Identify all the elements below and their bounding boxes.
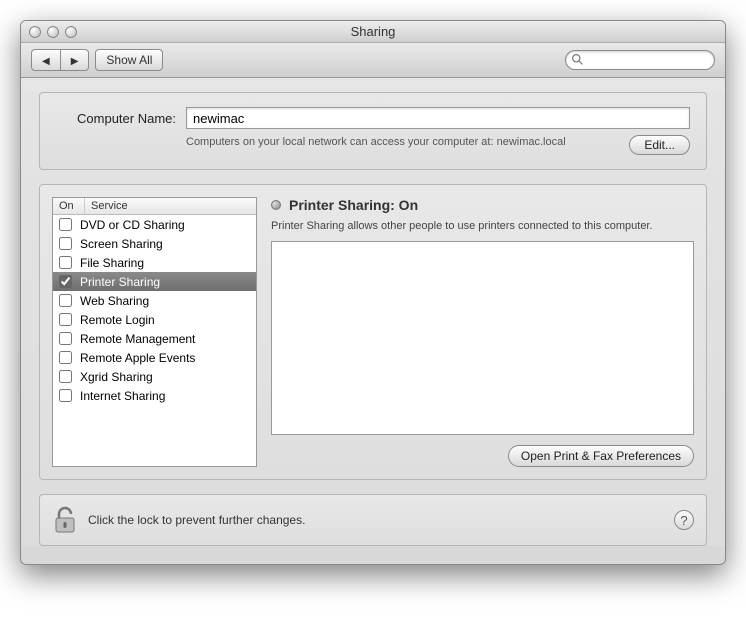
search-icon <box>571 53 584 66</box>
service-row[interactable]: Screen Sharing <box>53 234 256 253</box>
service-row[interactable]: Web Sharing <box>53 291 256 310</box>
service-row[interactable]: Remote Apple Events <box>53 348 256 367</box>
service-row[interactable]: Internet Sharing <box>53 386 256 405</box>
service-label: Xgrid Sharing <box>80 370 153 384</box>
computer-name-panel: Computer Name: Computers on your local n… <box>39 92 707 170</box>
service-row[interactable]: Xgrid Sharing <box>53 367 256 386</box>
service-label: File Sharing <box>80 256 144 270</box>
search-field-wrap <box>565 50 715 70</box>
printer-list[interactable] <box>271 241 694 435</box>
service-label: Internet Sharing <box>80 389 165 403</box>
services-header: On Service <box>53 198 256 215</box>
nav-segmented: ◀ ▶ <box>31 49 89 71</box>
service-label: DVD or CD Sharing <box>80 218 185 232</box>
service-detail-desc: Printer Sharing allows other people to u… <box>271 219 694 233</box>
service-row[interactable]: Remote Login <box>53 310 256 329</box>
col-on[interactable]: On <box>53 198 85 214</box>
help-button[interactable]: ? <box>674 510 694 530</box>
edit-name-button[interactable]: Edit... <box>629 135 690 155</box>
service-label: Remote Management <box>80 332 195 346</box>
back-button[interactable]: ◀ <box>31 49 60 71</box>
service-checkbox[interactable] <box>59 351 72 364</box>
close-window-button[interactable] <box>29 26 41 38</box>
computer-name-input[interactable] <box>186 107 690 129</box>
open-print-fax-button[interactable]: Open Print & Fax Preferences <box>508 445 694 467</box>
forward-button[interactable]: ▶ <box>60 49 90 71</box>
service-checkbox[interactable] <box>59 275 72 288</box>
service-label: Remote Apple Events <box>80 351 195 365</box>
zoom-window-button[interactable] <box>65 26 77 38</box>
computer-name-label: Computer Name: <box>56 111 176 126</box>
preferences-window: Sharing ◀ ▶ Show All Computer Name: Comp… <box>20 20 726 565</box>
sharing-main-panel: On Service DVD or CD Sharing Screen Shari… <box>39 184 707 480</box>
service-checkbox[interactable] <box>59 313 72 326</box>
service-checkbox[interactable] <box>59 370 72 383</box>
service-label: Web Sharing <box>80 294 149 308</box>
service-checkbox[interactable] <box>59 389 72 402</box>
service-checkbox[interactable] <box>59 218 72 231</box>
window-controls <box>21 26 77 38</box>
chevron-right-icon: ▶ <box>71 56 79 67</box>
status-indicator-icon <box>271 200 281 210</box>
show-all-button[interactable]: Show All <box>95 49 163 71</box>
col-service[interactable]: Service <box>85 198 256 214</box>
titlebar: Sharing <box>21 21 725 43</box>
chevron-left-icon: ◀ <box>42 56 50 67</box>
service-row[interactable]: DVD or CD Sharing <box>53 215 256 234</box>
service-detail-title: Printer Sharing: On <box>289 197 418 213</box>
service-label: Printer Sharing <box>80 275 160 289</box>
lock-text: Click the lock to prevent further change… <box>88 513 305 527</box>
service-detail: Printer Sharing: On Printer Sharing allo… <box>271 197 694 467</box>
search-input[interactable] <box>565 50 715 70</box>
computer-name-hint: Computers on your local network can acce… <box>186 135 629 155</box>
service-label: Screen Sharing <box>80 237 163 251</box>
lock-icon[interactable] <box>52 505 78 535</box>
service-row[interactable]: Remote Management <box>53 329 256 348</box>
minimize-window-button[interactable] <box>47 26 59 38</box>
service-row[interactable]: File Sharing <box>53 253 256 272</box>
service-checkbox[interactable] <box>59 294 72 307</box>
service-checkbox[interactable] <box>59 256 72 269</box>
service-checkbox[interactable] <box>59 332 72 345</box>
service-label: Remote Login <box>80 313 155 327</box>
footer-panel: Click the lock to prevent further change… <box>39 494 707 546</box>
services-table: On Service DVD or CD Sharing Screen Shari… <box>52 197 257 467</box>
toolbar: ◀ ▶ Show All <box>21 43 725 78</box>
content: Computer Name: Computers on your local n… <box>21 92 725 546</box>
window-title: Sharing <box>21 24 725 39</box>
services-list: DVD or CD Sharing Screen Sharing File Shar… <box>53 215 256 466</box>
service-row[interactable]: Printer Sharing <box>53 272 256 291</box>
service-checkbox[interactable] <box>59 237 72 250</box>
